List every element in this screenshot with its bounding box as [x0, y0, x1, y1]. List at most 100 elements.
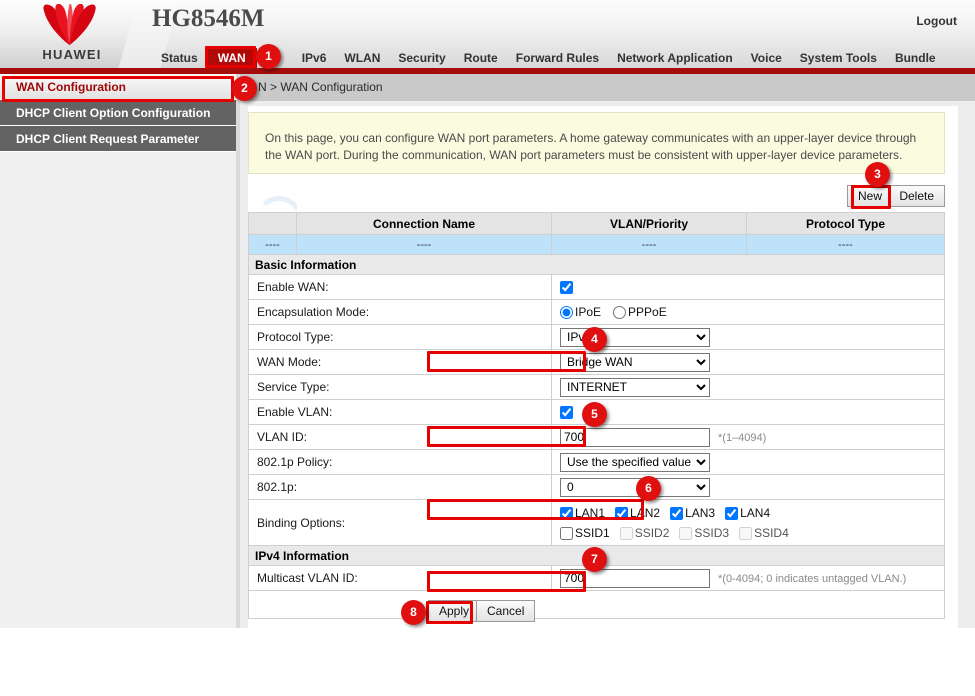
binding-label-ssid2: SSID2 — [635, 526, 670, 540]
section-basic-information-label: Basic Information — [249, 255, 945, 275]
page-title: HG8546M — [152, 5, 265, 33]
value-enable-vlan — [552, 400, 945, 425]
label-enable-wan: Enable WAN: — [249, 275, 552, 300]
value-wan-mode: Bridge WAN — [552, 350, 945, 375]
nav-item-route[interactable]: Route — [455, 48, 507, 68]
binding-checkbox-lan4[interactable] — [725, 507, 738, 520]
binding-checkbox-ssid2 — [620, 527, 633, 540]
8021p-value-select[interactable]: 0 — [560, 478, 710, 497]
footer-button-area — [249, 591, 945, 619]
badge-1: 1 — [256, 44, 281, 69]
label-8021p-value: 802.1p: — [249, 475, 552, 500]
logout-link[interactable]: Logout — [916, 14, 957, 28]
nav-item-system-tools[interactable]: System Tools — [791, 48, 886, 68]
row-binding-options: Binding Options: LAN1LAN2LAN3LAN4 SSID1S… — [249, 500, 945, 546]
cell-vlan-priority: ---- — [552, 235, 747, 255]
apply-button[interactable]: Apply — [428, 600, 480, 622]
nav-item-forward-rules[interactable]: Forward Rules — [507, 48, 608, 68]
nav-item-bundle[interactable]: Bundle — [886, 48, 945, 68]
badge-4: 4 — [582, 327, 607, 352]
row-8021p-policy: 802.1p Policy: Use the specified value — [249, 450, 945, 475]
nav-item-status[interactable]: Status — [152, 48, 207, 68]
binding-checkbox-lan1[interactable] — [560, 507, 573, 520]
badge-6: 6 — [636, 476, 661, 501]
multicast-vlan-id-input[interactable] — [560, 569, 710, 588]
huawei-logo-icon — [28, 4, 114, 48]
sidebar-empty-area — [0, 153, 236, 628]
value-service-type: INTERNET — [552, 375, 945, 400]
cancel-button[interactable]: Cancel — [476, 600, 535, 622]
new-button[interactable]: New — [847, 185, 893, 207]
logo-block: HUAWEI — [0, 0, 140, 68]
label-protocol-type: Protocol Type: — [249, 325, 552, 350]
binding-label-lan1: LAN1 — [575, 506, 605, 520]
info-notice: On this page, you can configure WAN port… — [248, 112, 945, 174]
binding-checkbox-lan3[interactable] — [670, 507, 683, 520]
value-vlan-id: *(1–4094) — [552, 425, 945, 450]
label-8021p-policy: 802.1p Policy: — [249, 450, 552, 475]
encapsulation-radio-pppoe[interactable] — [613, 306, 626, 319]
value-protocol-type: IPv4 — [552, 325, 945, 350]
binding-checkbox-ssid1[interactable] — [560, 527, 573, 540]
row-vlan-id: VLAN ID: *(1–4094) — [249, 425, 945, 450]
row-enable-wan: Enable WAN: — [249, 275, 945, 300]
badge-3: 3 — [865, 162, 890, 187]
enable-vlan-checkbox[interactable] — [560, 406, 573, 419]
8021p-policy-select[interactable]: Use the specified value — [560, 453, 710, 472]
value-8021p-policy: Use the specified value — [552, 450, 945, 475]
encapsulation-radio-ipoe[interactable] — [560, 306, 573, 319]
wan-mode-select[interactable]: Bridge WAN — [560, 353, 710, 372]
nav-item-voice[interactable]: Voice — [742, 48, 791, 68]
label-enable-vlan: Enable VLAN: — [249, 400, 552, 425]
nav-item-wlan[interactable]: WLAN — [335, 48, 389, 68]
huawei-wordmark: HUAWEI — [22, 47, 122, 62]
row-footer-spacer — [249, 591, 945, 619]
table-row[interactable]: ---- ---- ---- ---- — [249, 235, 945, 255]
binding-label-lan4: LAN4 — [740, 506, 770, 520]
multicast-vlan-id-hint: *(0-4094; 0 indicates untagged VLAN.) — [718, 573, 906, 585]
value-8021p-value: 0 — [552, 475, 945, 500]
sidebar-item-dhcp-client-request-param[interactable]: DHCP Client Request Parameter — [0, 126, 236, 152]
sidebar-item-wan-configuration[interactable]: WAN Configuration — [0, 74, 236, 100]
cell-select[interactable]: ---- — [249, 235, 297, 255]
column-header-vlan-priority: VLAN/Priority — [552, 213, 747, 235]
vlan-id-input[interactable] — [560, 428, 710, 447]
badge-7: 7 — [582, 547, 607, 572]
binding-checkbox-lan2[interactable] — [615, 507, 628, 520]
label-binding-options: Binding Options: — [249, 500, 552, 546]
value-multicast-vlan-id: *(0-4094; 0 indicates untagged VLAN.) — [552, 566, 945, 591]
row-wan-mode: WAN Mode: Bridge WAN — [249, 350, 945, 375]
sidebar: WAN Configuration DHCP Client Option Con… — [0, 74, 236, 628]
nav-item-ipv6[interactable]: IPv6 — [293, 48, 336, 68]
enable-wan-checkbox[interactable] — [560, 281, 573, 294]
column-header-protocol-type: Protocol Type — [747, 213, 945, 235]
nav-item-security[interactable]: Security — [389, 48, 454, 68]
nav-item-network-application[interactable]: Network Application — [608, 48, 742, 68]
sidebar-item-dhcp-client-option-config[interactable]: DHCP Client Option Configuration — [0, 100, 236, 126]
breadcrumb: N > WAN Configuration — [240, 74, 975, 101]
binding-label-ssid1: SSID1 — [575, 526, 610, 540]
value-binding-options: LAN1LAN2LAN3LAN4 SSID1SSID2SSID3SSID4 — [552, 500, 945, 546]
column-header-connection-name: Connection Name — [297, 213, 552, 235]
label-service-type: Service Type: — [249, 375, 552, 400]
badge-5: 5 — [582, 402, 607, 427]
vlan-id-hint: *(1–4094) — [718, 432, 766, 444]
label-wan-mode: WAN Mode: — [249, 350, 552, 375]
row-service-type: Service Type: INTERNET — [249, 375, 945, 400]
value-enable-wan — [552, 275, 945, 300]
info-notice-text: On this page, you can configure WAN port… — [249, 113, 944, 165]
nav-item-wan[interactable]: WAN — [207, 48, 257, 68]
binding-checkbox-ssid3 — [679, 527, 692, 540]
cell-protocol-type: ---- — [747, 235, 945, 255]
column-header-select — [249, 213, 297, 235]
cell-connection-name: ---- — [297, 235, 552, 255]
table-toolbar: New Delete — [248, 182, 945, 210]
value-encapsulation-mode: IPoEPPPoE — [552, 300, 945, 325]
encapsulation-label-pppoe: PPPoE — [628, 305, 667, 319]
service-type-select[interactable]: INTERNET — [560, 378, 710, 397]
label-encapsulation-mode: Encapsulation Mode: — [249, 300, 552, 325]
delete-button[interactable]: Delete — [888, 185, 945, 207]
binding-label-lan2: LAN2 — [630, 506, 660, 520]
badge-2: 2 — [232, 76, 257, 101]
table-header-row: Connection Name VLAN/Priority Protocol T… — [249, 213, 945, 235]
